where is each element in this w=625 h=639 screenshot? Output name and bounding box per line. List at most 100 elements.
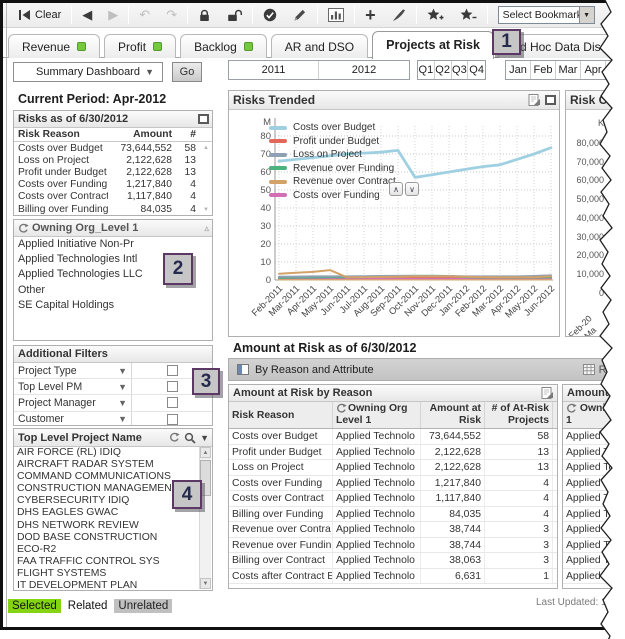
cell-amount-at-risk[interactable]: 38,063 <box>421 553 485 568</box>
legend-item-costs-over-funding[interactable]: Costs over Funding <box>269 189 396 203</box>
cell-amount-at-risk[interactable]: 84,035 <box>421 507 485 522</box>
cell-owning-org[interactable]: Applied Technolo <box>333 429 421 444</box>
list-item-applied-initiative-non-pr[interactable]: Applied Initiative Non-Pr <box>14 237 212 252</box>
list-item-dod-base-construction[interactable]: DOD BASE CONSTRUCTION <box>14 532 200 544</box>
cell-owning-org[interactable]: Applied Technolo <box>333 522 421 537</box>
clear-selections-button[interactable]: Clear <box>18 9 61 21</box>
sort-asc-icon[interactable]: ▵ <box>204 223 209 234</box>
apply-check-button[interactable] <box>263 8 277 22</box>
legend-item-profit-under-budget[interactable]: Profit under Budget <box>269 135 396 149</box>
lock-button[interactable] <box>198 9 211 22</box>
col-amount[interactable]: Amount <box>108 129 172 140</box>
cell-amount-at-risk[interactable]: 2,122,628 <box>421 445 485 460</box>
legend-scroll-up-button[interactable]: ∧ <box>389 182 403 196</box>
cell-project-count[interactable]: 1 <box>485 569 553 584</box>
cell-owning-org[interactable]: Applied Technolo <box>333 460 421 475</box>
cell-count[interactable]: 4 <box>172 204 198 215</box>
checkbox-top-level-pm[interactable] <box>167 381 178 392</box>
table-row[interactable]: Billing over ContractApplied Technolo38,… <box>229 553 557 569</box>
tab-ar-and-dso[interactable]: AR and DSO <box>271 34 368 58</box>
list-item-eco-r2[interactable]: ECO-R2 <box>14 544 200 556</box>
list-item-it-development-plan[interactable]: IT DEVELOPMENT PLAN <box>14 580 200 591</box>
chevron-down-icon[interactable]: ▼ <box>579 7 594 23</box>
table-row[interactable]: Costs over BudgetApplied Technolo73,644,… <box>229 429 557 445</box>
col-risk-reason[interactable]: Risk Reason <box>14 129 108 140</box>
table-row[interactable]: Profit under Budget2,122,62813 <box>14 166 212 178</box>
tab-projects-at-risk[interactable]: Projects at Risk <box>372 31 494 59</box>
filter-select-project-manager[interactable]: Project Manager▼ <box>14 395 132 410</box>
table-row[interactable]: Costs over ContractApplied Technolo1,117… <box>229 491 557 507</box>
list-item-air-force-rl-idiq[interactable]: AIR FORCE (RL) IDIQ <box>14 447 200 459</box>
quarter-cell-q3[interactable]: Q3 <box>452 61 469 79</box>
amount-col-of-at-risk-projects[interactable]: # of At-Risk Projects <box>485 402 553 428</box>
month-cell-feb[interactable]: Feb <box>531 61 556 79</box>
amount-view-toggle-bar[interactable]: By Reason and Attribute Ri <box>228 358 618 381</box>
table-row[interactable]: Billing over Funding84,0354 <box>14 203 212 215</box>
legend-item-costs-over-budget[interactable]: Costs over Budget <box>269 121 396 135</box>
amount-col-amount-at-risk[interactable]: Amount at Risk <box>421 402 485 428</box>
cell-amount[interactable]: 2,122,628 <box>108 167 172 178</box>
cell-count[interactable]: 4 <box>172 191 198 202</box>
table-row[interactable]: Costs over FundingApplied Technolo1,217,… <box>229 476 557 492</box>
cell-risk-reason[interactable]: Costs over Contract <box>14 191 108 202</box>
cell-count[interactable]: 13 <box>172 155 198 166</box>
cell-risk-reason[interactable]: Profit under Budget <box>229 445 333 460</box>
cyclic-group-icon[interactable] <box>336 403 347 414</box>
cell-amount-at-risk[interactable]: 38,744 <box>421 522 485 537</box>
minimize-icon[interactable] <box>198 114 209 124</box>
cell-project-count[interactable]: 4 <box>485 491 553 506</box>
bookmark-add-button[interactable] <box>427 8 444 22</box>
scroll-down-icon[interactable]: ▼ <box>203 207 209 213</box>
cell-risk-reason[interactable]: Billing over Funding <box>14 204 108 215</box>
cell-owning-org[interactable]: Applied Technolo <box>333 491 421 506</box>
quarter-cell-q2[interactable]: Q2 <box>435 61 452 79</box>
cell-amount-at-risk[interactable]: 73,644,552 <box>421 429 485 444</box>
tab-backlog[interactable]: Backlog <box>180 34 267 58</box>
unlock-button[interactable] <box>227 9 242 22</box>
table-row[interactable]: Costs over Funding1,217,8404 <box>14 179 212 191</box>
scroll-down-icon[interactable]: ▼ <box>200 578 211 589</box>
tab-profit[interactable]: Profit <box>104 34 176 58</box>
legend-scroll-down-button[interactable]: ∨ <box>405 182 419 196</box>
legend-item-revenue-over-funding[interactable]: Revenue over Funding <box>269 162 396 176</box>
amount-col-owning-org-level-1[interactable]: Owning Org Level 1 <box>333 402 421 428</box>
cell-project-count[interactable]: 58 <box>485 429 553 444</box>
list-item-dhs-network-review[interactable]: DHS NETWORK REVIEW <box>14 520 200 532</box>
cell-owning-org[interactable]: Applied Technolo <box>333 445 421 460</box>
back-button[interactable]: ◀ <box>82 8 92 22</box>
cell-risk-reason[interactable]: Costs over Funding <box>229 476 333 491</box>
cell-risk-reason[interactable]: Billing over Funding <box>229 507 333 522</box>
table-row[interactable]: Costs over Contract1,117,8404 <box>14 191 212 203</box>
cell-amount-at-risk[interactable]: 38,744 <box>421 538 485 553</box>
list-item-dhs-eagles-gwac[interactable]: DHS EAGLES GWAC <box>14 507 200 519</box>
add-button[interactable]: + <box>365 8 376 22</box>
chart-button[interactable] <box>328 8 344 22</box>
go-button[interactable]: Go <box>172 62 202 82</box>
annotate-pen-button[interactable] <box>392 9 406 22</box>
cell-risk-reason[interactable]: Billing over Contract <box>229 553 333 568</box>
cell-risk-reason[interactable]: Profit under Budget <box>14 167 108 178</box>
checkbox-customer[interactable] <box>167 414 178 425</box>
cell-count[interactable]: 58 <box>172 143 198 154</box>
col-count[interactable]: # <box>172 129 198 140</box>
cyclic-group-icon[interactable] <box>566 403 577 414</box>
cell-count[interactable]: 13 <box>172 167 198 178</box>
cell-project-count[interactable]: 13 <box>485 445 553 460</box>
cell-amount-at-risk[interactable]: 2,122,628 <box>421 460 485 475</box>
cell-risk-reason[interactable]: Costs over Contract <box>229 491 333 506</box>
cell-project-count[interactable]: 3 <box>485 538 553 553</box>
cell-owning-org[interactable]: Applied Technolo <box>333 569 421 584</box>
quarter-cell-q1[interactable]: Q1 <box>418 61 435 79</box>
table-row[interactable]: Profit under BudgetApplied Technolo2,122… <box>229 445 557 461</box>
cell-risk-reason[interactable]: Loss on Project <box>14 155 108 166</box>
scroll-up-icon[interactable]: ▲ <box>203 145 209 151</box>
bookmark-remove-button[interactable] <box>460 8 477 22</box>
undo-button[interactable]: ↶ <box>139 8 150 22</box>
cyclic-group-icon[interactable] <box>18 223 29 234</box>
list-item-aircraft-radar-system[interactable]: AIRCRAFT RADAR SYSTEM <box>14 459 200 471</box>
filter-select-project-type[interactable]: Project Type▼ <box>14 363 132 378</box>
redo-button[interactable]: ↷ <box>166 8 177 22</box>
table-row[interactable]: Loss on ProjectApplied Technolo2,122,628… <box>229 460 557 476</box>
bookmark-select[interactable]: Select Bookmark▼ <box>498 6 595 24</box>
month-cell-jan[interactable]: Jan <box>506 61 531 79</box>
